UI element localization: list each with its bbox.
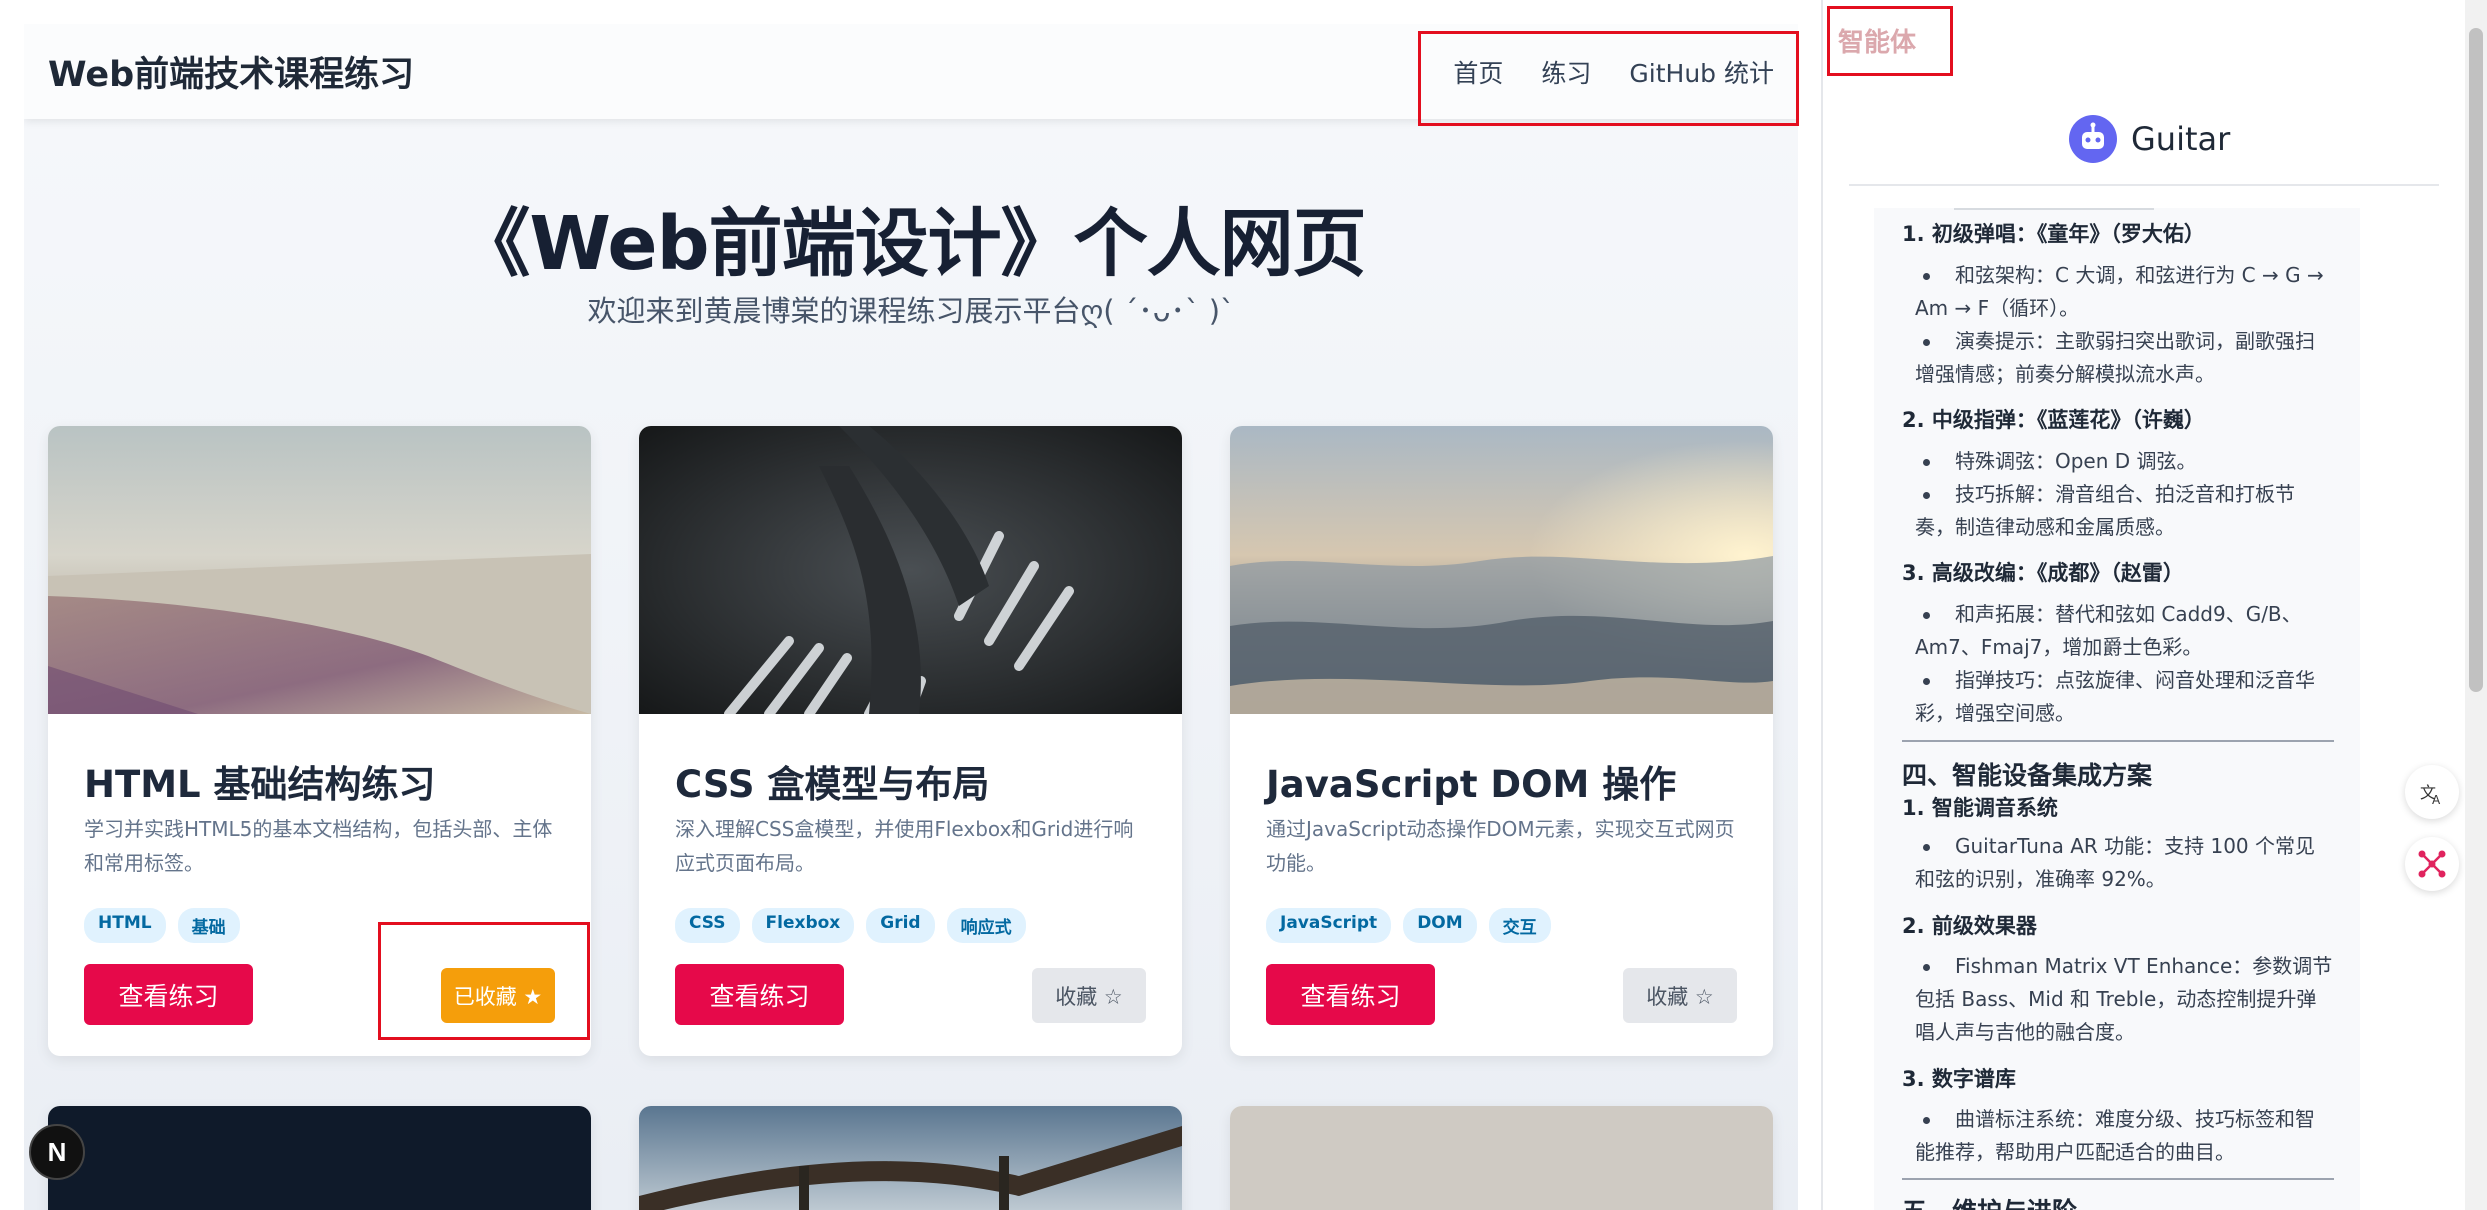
card-image-forks [639, 426, 1182, 714]
card-image-pier [639, 1106, 1182, 1210]
chat-message: 1. 初级弹唱：《童年》（罗大佑） 和弦架构：C 大调，和弦进行为 C → G … [1874, 208, 2360, 1210]
chat-section-title: 四、智能设备集成方案 [1902, 761, 2153, 790]
nav-link-home[interactable]: 首页 [1453, 54, 1503, 90]
list-item: Fishman Matrix VT Enhance：参数调节包括 Bass、Mi… [1915, 954, 2333, 1044]
view-practice-button[interactable]: 查看练习 [84, 964, 253, 1025]
card-image-clouds [1230, 426, 1773, 714]
tag: HTML [84, 908, 166, 943]
card-tags: JavaScript DOM 交互 [1266, 908, 1551, 943]
clipped-line [1954, 208, 2154, 210]
list-item: 和声拓展：替代和弦如 Cadd9、G/B、Am7、Fmaj7，增加爵士色彩。 [1915, 602, 2302, 659]
course-card: JavaScript DOM 操作 通过JavaScript动态操作DOM元素，… [1230, 426, 1773, 1056]
translate-icon[interactable]: 文A [2405, 765, 2459, 819]
hero-subtitle: 欢迎来到黄晨博棠的课程练习展示平台ღ( ´･ᴗ･` )` [587, 294, 1235, 328]
card-title: CSS 盒模型与布局 [675, 763, 990, 806]
nav-links: 首页 练习 GitHub 统计 [1415, 24, 1774, 119]
tag: 响应式 [946, 908, 1026, 943]
robot-icon [2069, 115, 2117, 163]
list-item: 曲谱标注系统：难度分级、技巧标签和智能推荐，帮助用户匹配适合的曲目。 [1915, 1107, 2315, 1164]
chat-heading: 3. 数字谱库 [1902, 1067, 2016, 1091]
course-card [639, 1106, 1182, 1210]
scrollbar-thumb[interactable] [2469, 28, 2483, 692]
course-card: HTML 基础结构练习 学习并实践HTML5的基本文档结构，包括头部、主体和常用… [48, 426, 591, 1056]
chat-heading: 3. 高级改编：《成都》（赵雷） [1902, 561, 2184, 585]
chat-heading: 2. 前级效果器 [1902, 914, 2037, 938]
card-image-night [48, 1106, 591, 1210]
card-description: 学习并实践HTML5的基本文档结构，包括头部、主体和常用标签。 [84, 817, 553, 875]
card-image-beach [48, 426, 591, 714]
main-page: Web前端技术课程练习 首页 练习 GitHub 统计 《Web前端设计》个人网… [24, 24, 1798, 1210]
tag: 基础 [177, 908, 240, 943]
chat-heading: 1. 初级弹唱：《童年》（罗大佑） [1902, 222, 2205, 246]
card-title: JavaScript DOM 操作 [1266, 763, 1677, 806]
list-item: GuitarTuna AR 功能：支持 100 个常见和弦的识别，准确率 92%… [1915, 834, 2316, 891]
list-item: 特殊调弦：Open D 调弦。 [1915, 445, 2333, 478]
list-item: 和弦架构：C 大调，和弦进行为 C → G → Am → F（循环）。 [1915, 263, 2324, 320]
card-tags: CSS Flexbox Grid 响应式 [675, 908, 1026, 943]
site-brand[interactable]: Web前端技术课程练习 [48, 46, 414, 97]
hero-title: 《Web前端设计》个人网页 [456, 201, 1366, 287]
tag: Flexbox [751, 908, 855, 943]
bot-header: Guitar [2069, 115, 2230, 163]
favorite-button[interactable]: 收藏 ☆ [1623, 968, 1737, 1023]
divider [1902, 1178, 2334, 1180]
card-description: 深入理解CSS盒模型，并使用Flexbox和Grid进行响应式页面布局。 [675, 817, 1134, 875]
chat-section-title: 五、维护与进阶 [1902, 1192, 2077, 1210]
list-item: 演奏提示：主歌弱扫突出歌词，副歌强扫增强情感；前奏分解模拟流水声。 [1915, 329, 2315, 386]
course-card: CSS 盒模型与布局 深入理解CSS盒模型，并使用Flexbox和Grid进行响… [639, 426, 1182, 1056]
favorite-button[interactable]: 已收藏 ★ [441, 968, 555, 1023]
course-card [48, 1106, 591, 1210]
tag: 交互 [1488, 908, 1551, 943]
view-practice-button[interactable]: 查看练习 [1266, 964, 1435, 1025]
favorite-button[interactable]: 收藏 ☆ [1032, 968, 1146, 1023]
tag: Grid [866, 908, 935, 943]
panel-divider [1821, 0, 1823, 1210]
card-image-fog [1230, 1106, 1773, 1210]
tag: CSS [675, 908, 740, 943]
nav-link-github-stats[interactable]: GitHub 统计 [1629, 54, 1774, 90]
card-title: HTML 基础结构练习 [84, 763, 436, 806]
n-badge[interactable]: N [29, 1124, 85, 1180]
tag: DOM [1403, 908, 1477, 943]
mindmap-icon[interactable] [2405, 837, 2459, 891]
nav-link-practice[interactable]: 练习 [1541, 54, 1591, 90]
course-card [1230, 1106, 1773, 1210]
agent-tab[interactable]: 智能体 [1838, 22, 1916, 59]
bot-name: Guitar [2131, 120, 2231, 158]
navbar: Web前端技术课程练习 首页 练习 GitHub 统计 [24, 24, 1798, 119]
list-item: 技巧拆解：滑音组合、拍泛音和打板节奏，制造律动感和金属质感。 [1915, 482, 2295, 539]
panel-separator [1849, 184, 2439, 186]
list-item: 指弹技巧：点弦旋律、闷音处理和泛音华彩，增强空间感。 [1915, 668, 2315, 725]
card-description: 通过JavaScript动态操作DOM元素，实现交互式网页功能。 [1266, 817, 1735, 875]
chat-heading: 2. 中级指弹：《蓝莲花》（许巍） [1902, 408, 2205, 432]
divider [1902, 740, 2334, 742]
tag: JavaScript [1266, 908, 1392, 943]
chat-heading: 1. 智能调音系统 [1902, 796, 2058, 820]
card-tags: HTML 基础 [84, 908, 240, 943]
svg-text:A: A [2432, 793, 2441, 806]
view-practice-button[interactable]: 查看练习 [675, 964, 844, 1025]
